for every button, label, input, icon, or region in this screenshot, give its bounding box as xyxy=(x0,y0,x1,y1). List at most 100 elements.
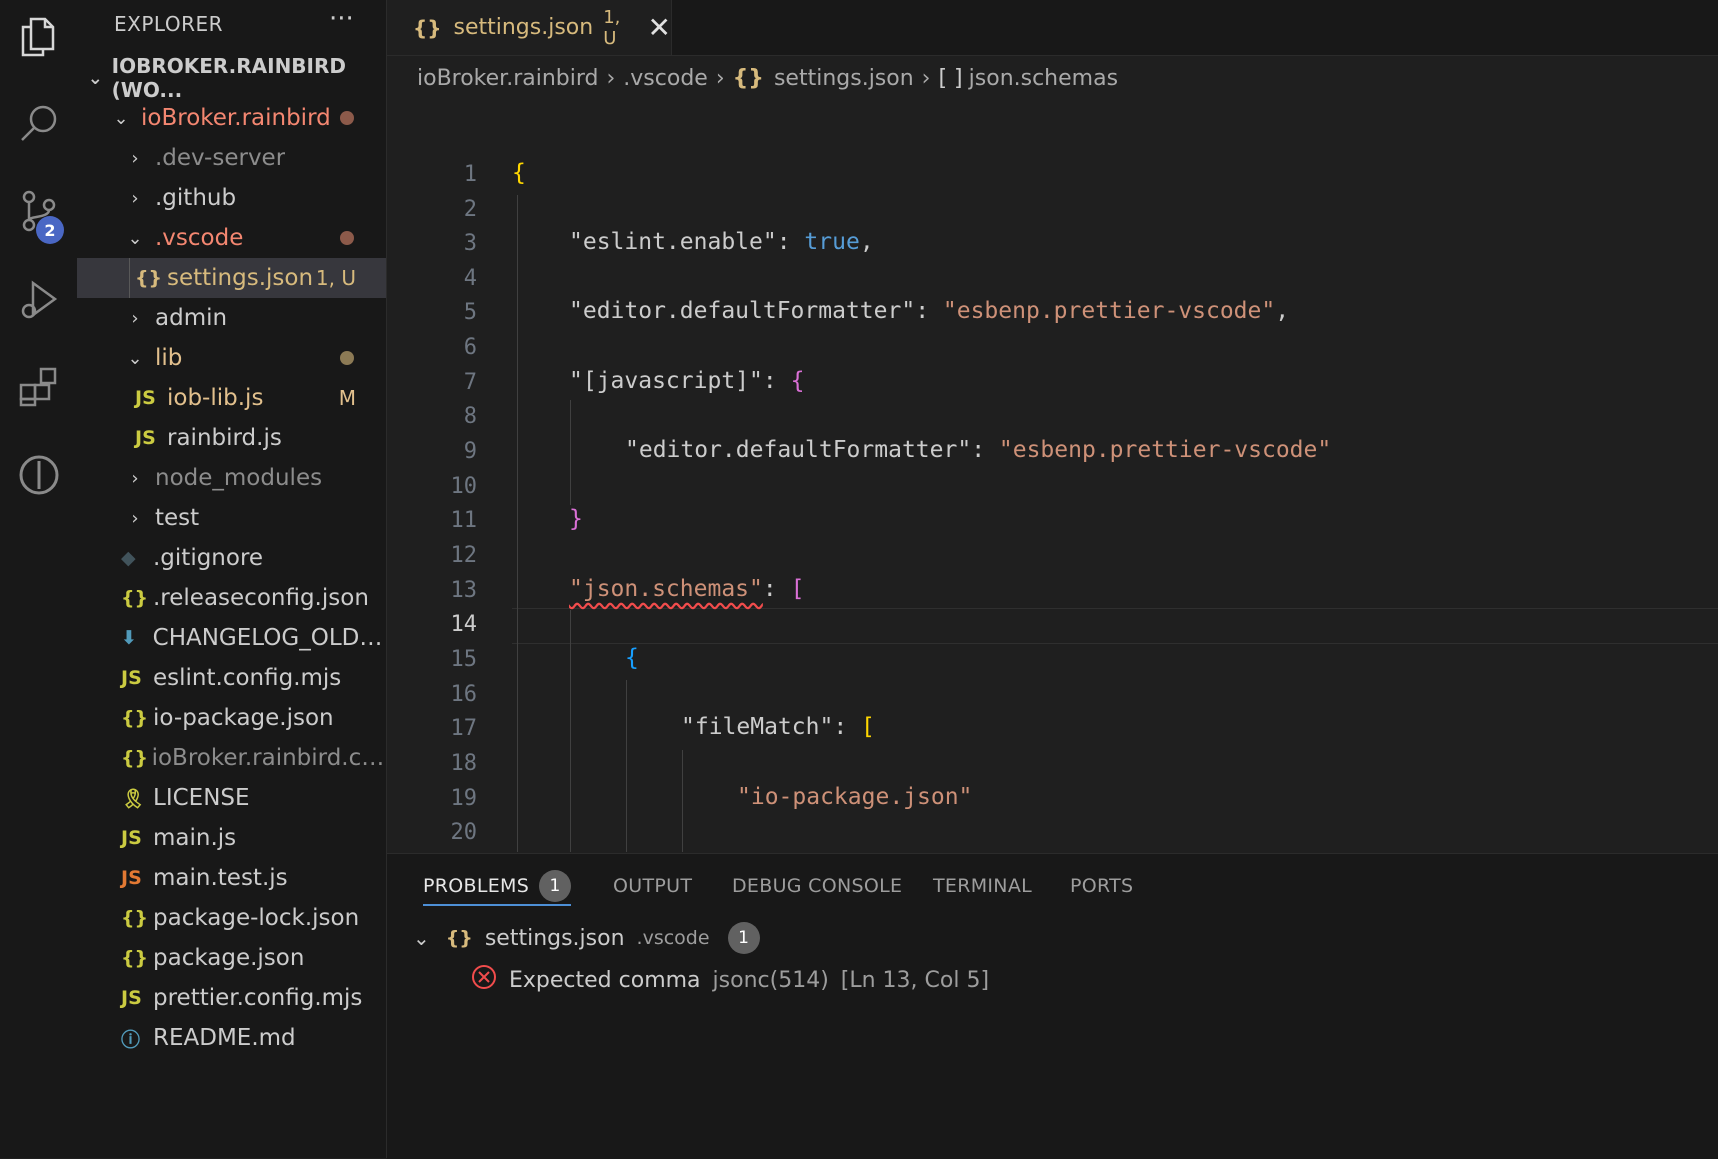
tree-file-settings-json[interactable]: {} settings.json 1, U xyxy=(77,258,386,298)
tree-file-changelog-old[interactable]: ⬇ CHANGELOG_OLD.... xyxy=(77,618,386,658)
explorer-title: EXPLORER xyxy=(114,12,223,36)
line-number: 12 xyxy=(450,543,478,568)
code-line: { xyxy=(625,645,639,671)
indent-guide xyxy=(517,195,518,852)
indent-guide xyxy=(570,400,571,505)
tree-file-readme[interactable]: ⓘ README.md xyxy=(77,1018,386,1058)
line-number: 5 xyxy=(463,300,477,325)
code-line: } xyxy=(569,506,583,532)
more-actions-icon[interactable]: ··· xyxy=(329,4,354,34)
tree-file-eslint-config[interactable]: JS eslint.config.mjs xyxy=(77,658,386,698)
search-icon[interactable] xyxy=(0,88,77,158)
line-number: 9 xyxy=(463,439,477,464)
download-arrow-icon: ⬇ xyxy=(121,627,137,649)
tab-ports[interactable]: PORTS xyxy=(1070,868,1133,904)
line-number: 7 xyxy=(463,370,477,395)
json-icon: {} xyxy=(732,65,764,91)
tree-file-main-js[interactable]: JS main.js xyxy=(77,818,386,858)
breadcrumb: ioBroker.rainbird › .vscode › {} setting… xyxy=(417,60,1118,96)
license-icon: 🎗 xyxy=(121,787,146,810)
line-number: 15 xyxy=(450,647,478,672)
modified-dot xyxy=(340,111,354,125)
chevron-right-icon: › xyxy=(715,65,725,91)
tree-file-license[interactable]: 🎗 LICENSE xyxy=(77,778,386,818)
tab-debug-console[interactable]: DEBUG CONSOLE xyxy=(732,868,902,904)
js-icon: JS xyxy=(121,827,142,849)
json-icon: {} xyxy=(445,927,473,949)
line-number: 4 xyxy=(463,266,477,291)
scm-badge: 2 xyxy=(36,216,64,244)
problems-count-badge: 1 xyxy=(539,870,572,902)
tree-file-prettier-config[interactable]: JS prettier.config.mjs xyxy=(77,978,386,1018)
line-number: 16 xyxy=(450,682,478,707)
run-debug-icon[interactable] xyxy=(0,264,77,334)
explorer-sidebar: EXPLORER ··· ⌄ IOBROKER.RAINBIRD (WO... … xyxy=(77,0,387,1158)
chevron-right-icon: › xyxy=(131,187,139,209)
problem-file-row[interactable]: ⌄ {} settings.json .vscode 1 xyxy=(413,920,760,956)
tree-folder-lib[interactable]: ⌄ lib xyxy=(77,338,386,378)
tree-file-releaseconfig[interactable]: {} .releaseconfig.json xyxy=(77,578,386,618)
tree-folder-test[interactable]: › test xyxy=(77,498,386,538)
indent-guide xyxy=(129,258,130,298)
breadcrumb-item[interactable]: ioBroker.rainbird xyxy=(417,66,598,91)
file-problem-count: 1 xyxy=(727,922,760,954)
code-line: "io-package.json" xyxy=(737,784,973,810)
gitlens-icon[interactable] xyxy=(0,440,77,510)
json-icon: {} xyxy=(121,907,149,929)
line-number: 19 xyxy=(450,786,478,811)
git-status: M xyxy=(338,386,356,410)
tab-status: 1, U xyxy=(603,6,621,49)
tab-label: settings.json xyxy=(453,15,594,40)
close-icon[interactable]: ✕ xyxy=(648,11,671,44)
tab-problems[interactable]: PROBLEMS 1 xyxy=(423,868,572,906)
json-icon: {} xyxy=(121,747,149,769)
chevron-right-icon: › xyxy=(131,307,139,329)
tree-folder-github[interactable]: › .github xyxy=(77,178,386,218)
chevron-right-icon: › xyxy=(131,507,139,529)
tab-terminal[interactable]: TERMINAL xyxy=(933,868,1032,904)
chevron-down-icon: ⌄ xyxy=(87,67,103,89)
tree-file-io-package[interactable]: {} io-package.json xyxy=(77,698,386,738)
workspace-root[interactable]: ⌄ IOBROKER.RAINBIRD (WO... xyxy=(77,54,386,102)
extensions-icon[interactable] xyxy=(0,352,77,422)
line-number: 18 xyxy=(450,751,478,776)
breadcrumb-item[interactable]: .vscode xyxy=(623,66,708,91)
tree-file-main-test-js[interactable]: JS main.test.js xyxy=(77,858,386,898)
line-number: 11 xyxy=(450,508,478,533)
tree-file-gitignore[interactable]: ◆ .gitignore xyxy=(77,538,386,578)
tree-folder-vscode[interactable]: ⌄ .vscode xyxy=(77,218,386,258)
code-editor[interactable]: 1 2 3 4 5 6 7 8 9 10 11 12 13 14 15 16 1… xyxy=(387,110,1718,852)
tree-folder-dev-server[interactable]: › .dev-server xyxy=(77,138,386,178)
json-icon: {} xyxy=(121,947,149,969)
error-icon xyxy=(471,964,497,996)
tree-file-rainbird-js[interactable]: JS rainbird.js xyxy=(77,418,386,458)
json-icon: {} xyxy=(135,267,163,289)
explorer-icon[interactable] xyxy=(0,2,77,72)
line-number: 6 xyxy=(463,335,477,360)
json-icon: {} xyxy=(413,15,442,40)
problem-item[interactable]: Expected comma jsonc(514) [Ln 13, Col 5] xyxy=(471,962,989,998)
indent-guide xyxy=(570,610,571,852)
code-line: { xyxy=(512,160,526,186)
chevron-right-icon: › xyxy=(921,65,931,91)
breadcrumb-item[interactable]: settings.json xyxy=(774,66,914,91)
tree-file-workspace-config[interactable]: {} ioBroker.rainbird.co... xyxy=(77,738,386,778)
code-line: "eslint.enable": true, xyxy=(569,229,874,255)
tree-file-iob-lib-js[interactable]: JS iob-lib.js M xyxy=(77,378,386,418)
code-line: "json.schemas": [ xyxy=(569,576,805,602)
tab-output[interactable]: OUTPUT xyxy=(613,868,692,904)
bottom-panel: PROBLEMS 1 OUTPUT DEBUG CONSOLE TERMINAL… xyxy=(387,853,1718,1159)
tab-settings-json[interactable]: {} settings.json 1, U ✕ xyxy=(387,0,672,55)
tree-folder-node-modules[interactable]: › node_modules xyxy=(77,458,386,498)
breadcrumb-item[interactable]: json.schemas xyxy=(969,66,1118,91)
tree-file-package-lock[interactable]: {} package-lock.json xyxy=(77,898,386,938)
chevron-down-icon: ⌄ xyxy=(127,347,143,369)
current-line-highlight xyxy=(512,608,1718,644)
tree-folder-admin[interactable]: › admin xyxy=(77,298,386,338)
modified-dot xyxy=(340,351,354,365)
tree-file-package-json[interactable]: {} package.json xyxy=(77,938,386,978)
json-icon: {} xyxy=(121,707,149,729)
tree-folder-iobroker-rainbird[interactable]: ⌄ ioBroker.rainbird xyxy=(77,98,386,138)
line-number: 10 xyxy=(450,474,478,499)
chevron-down-icon: ⌄ xyxy=(113,107,129,129)
